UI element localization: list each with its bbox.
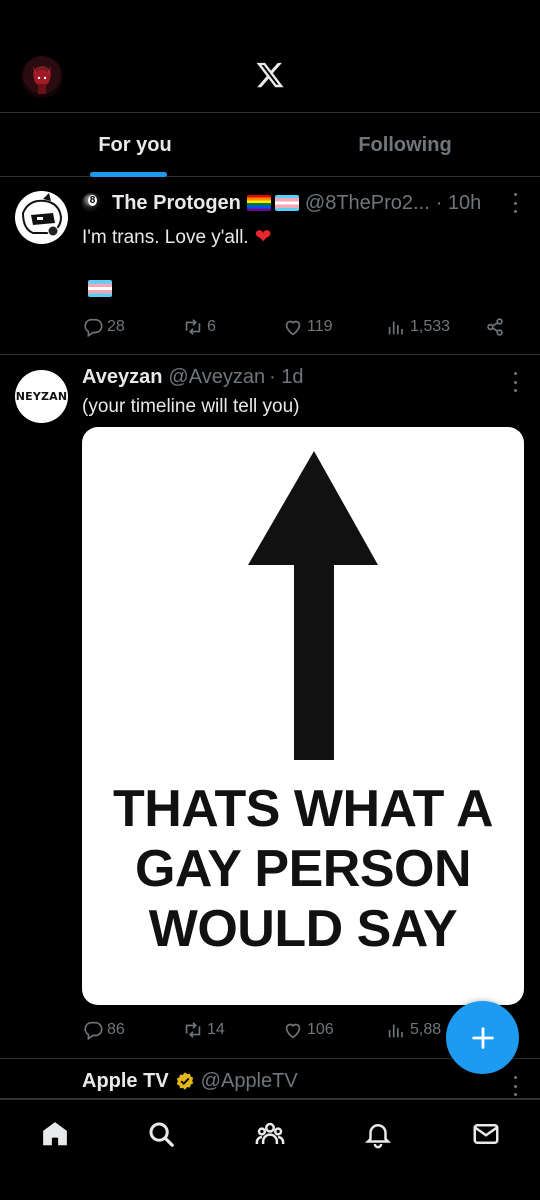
reply-button[interactable]: 86 [82, 1018, 125, 1042]
like-button[interactable]: 106 [282, 1018, 334, 1042]
reply-count: 28 [107, 318, 125, 335]
timestamp: · 1d [269, 365, 304, 388]
plus-icon [471, 1026, 494, 1049]
meme-line: WOULD SAY [148, 900, 458, 958]
timestamp: · 10h [435, 191, 482, 214]
repost-count: 14 [207, 1021, 225, 1038]
top-bar [0, 0, 540, 112]
more-options-icon[interactable] [512, 1076, 518, 1096]
avatar[interactable] [15, 1075, 68, 1098]
reply-count: 86 [107, 1021, 125, 1038]
tweet-image[interactable]: THATS WHAT A GAY PERSON WOULD SAY [82, 427, 524, 1005]
tweet[interactable]: The Protogen @8ThePro2... · 10h I'm tran… [0, 178, 540, 355]
more-options-icon[interactable] [512, 372, 518, 392]
timeline-tabs: For you Following [0, 112, 540, 177]
8-ball-icon [82, 193, 102, 213]
handle[interactable]: @Aveyzan [168, 366, 265, 389]
reply-icon [84, 318, 103, 338]
meme-caption: THATS WHAT A GAY PERSON WOULD SAY [82, 779, 524, 959]
bottom-navigation [0, 1099, 540, 1200]
tweet-text: (your timeline will tell you) [82, 396, 300, 418]
handle[interactable]: @8ThePro2... [305, 192, 430, 215]
tab-for-you-label: For you [98, 133, 172, 156]
views-button[interactable]: 5,88 [385, 1018, 441, 1042]
handle[interactable]: @AppleTV [201, 1070, 298, 1093]
tweet-actions: 28 6 119 1,533 [82, 315, 522, 339]
trans-flag-icon [88, 280, 112, 297]
view-count: 5,88 [410, 1021, 442, 1038]
tweet[interactable]: NEYZAN Aveyzan @Aveyzan · 1d (your timel… [0, 355, 540, 1059]
like-count: 119 [307, 318, 333, 335]
meme-line: THATS WHAT A [112, 780, 494, 838]
rainbow-flag-icon [246, 195, 271, 211]
share-icon [487, 318, 503, 336]
verified-badge-icon [176, 1072, 193, 1090]
display-name[interactable]: The Protogen [112, 192, 241, 215]
search-icon[interactable] [146, 1119, 176, 1149]
heart-icon [285, 320, 301, 336]
tweet-text: I'm trans. Love y'all. ❤ [82, 224, 271, 249]
active-tab-indicator [90, 172, 167, 177]
up-arrow-icon [248, 451, 378, 760]
messages-icon[interactable] [471, 1119, 501, 1149]
compose-button[interactable] [446, 1001, 519, 1074]
repost-button[interactable]: 6 [182, 315, 216, 339]
avatar[interactable]: NEYZAN [15, 370, 68, 423]
like-button[interactable]: 119 [282, 315, 333, 339]
display-name[interactable]: Apple TV [82, 1070, 169, 1093]
share-button[interactable] [484, 315, 509, 339]
home-icon[interactable] [40, 1119, 70, 1149]
notifications-icon[interactable] [363, 1119, 393, 1149]
x-logo-icon [256, 62, 284, 88]
avatar-text: NEYZAN [15, 390, 68, 403]
repost-icon [185, 1022, 201, 1038]
trans-flag-icon [274, 195, 299, 211]
views-icon [388, 1024, 403, 1038]
reply-button[interactable]: 28 [82, 315, 125, 339]
profile-avatar[interactable] [21, 56, 63, 98]
view-count: 1,533 [410, 318, 451, 335]
views-button[interactable]: 1,533 [385, 315, 450, 339]
more-options-icon[interactable] [512, 193, 518, 213]
tweet-header: Apple TV @AppleTV [82, 1068, 298, 1094]
tweet-header: The Protogen @8ThePro2... · 10h [82, 190, 481, 216]
repost-icon [185, 319, 201, 335]
reply-icon [84, 1021, 103, 1041]
display-name[interactable]: Aveyzan [82, 366, 162, 389]
repost-count: 6 [207, 318, 216, 335]
tab-following[interactable]: Following [270, 113, 540, 177]
repost-button[interactable]: 14 [182, 1018, 225, 1042]
communities-icon[interactable] [255, 1119, 285, 1149]
tweet-text-content: (your timeline will tell you) [82, 396, 300, 417]
tweet-text-content: I'm trans. Love y'all. [82, 227, 249, 248]
heart-icon [285, 1023, 301, 1039]
like-count: 106 [307, 1021, 334, 1038]
views-icon [388, 321, 403, 335]
tab-following-label: Following [358, 133, 452, 156]
tab-for-you[interactable]: For you [0, 113, 270, 177]
meme-line: GAY PERSON [134, 840, 472, 898]
red-heart-icon: ❤ [254, 226, 272, 248]
tweet-header: Aveyzan @Aveyzan · 1d [82, 364, 304, 390]
avatar[interactable] [15, 191, 68, 244]
